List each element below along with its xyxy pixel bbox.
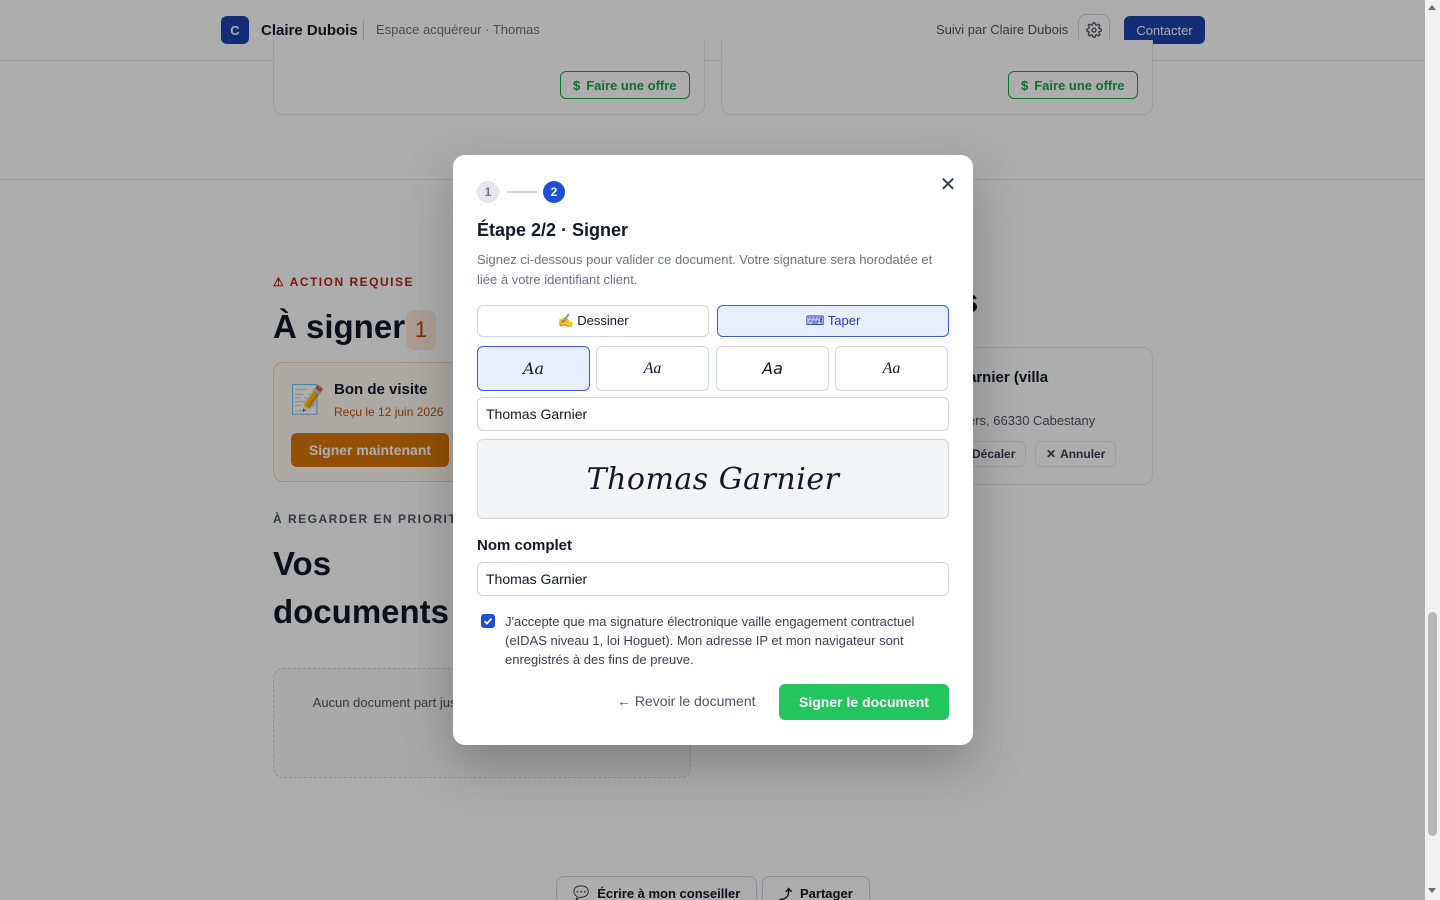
step-connector: [507, 191, 537, 193]
modal-description: Signez ci-dessous pour valider ce docume…: [477, 252, 933, 287]
scroll-up-icon[interactable]: [1428, 5, 1436, 10]
font-option-2[interactable]: Aa: [596, 346, 709, 391]
close-icon[interactable]: ✕: [937, 173, 959, 196]
font-option-1[interactable]: Aa: [477, 346, 590, 391]
full-name-input[interactable]: [477, 562, 949, 596]
review-document-link[interactable]: ← Revoir le document: [617, 693, 756, 709]
tab-type[interactable]: ⌨ Taper: [717, 305, 949, 337]
scrollbar-thumb[interactable]: [1428, 612, 1437, 836]
font-option-4[interactable]: Aa: [835, 346, 948, 391]
signature-preview: Thomas Garnier: [477, 439, 949, 519]
consent-text: J'accepte que ma signature électronique …: [505, 614, 915, 667]
font-option-3[interactable]: Aa: [716, 346, 829, 391]
signature-preview-text: Thomas Garnier: [586, 461, 840, 497]
step-indicator-1: 1: [477, 181, 499, 203]
modal-title: Étape 2/2 · Signer: [477, 220, 629, 240]
signature-modal: 1 2 ✕ Étape 2/2 · Signer Signez ci-desso…: [453, 155, 973, 745]
scroll-down-icon[interactable]: [1428, 888, 1436, 893]
step-indicator-2: 2: [543, 181, 565, 203]
signature-text-input[interactable]: [477, 397, 949, 431]
page-scrollbar[interactable]: [1425, 0, 1440, 900]
sign-document-button[interactable]: Signer le document: [779, 684, 949, 720]
consent-checkbox[interactable]: [481, 614, 495, 628]
checkmark-icon: [483, 617, 493, 625]
full-name-label: Nom complet: [477, 537, 573, 554]
tab-draw[interactable]: ✍️ Dessiner: [477, 305, 709, 337]
